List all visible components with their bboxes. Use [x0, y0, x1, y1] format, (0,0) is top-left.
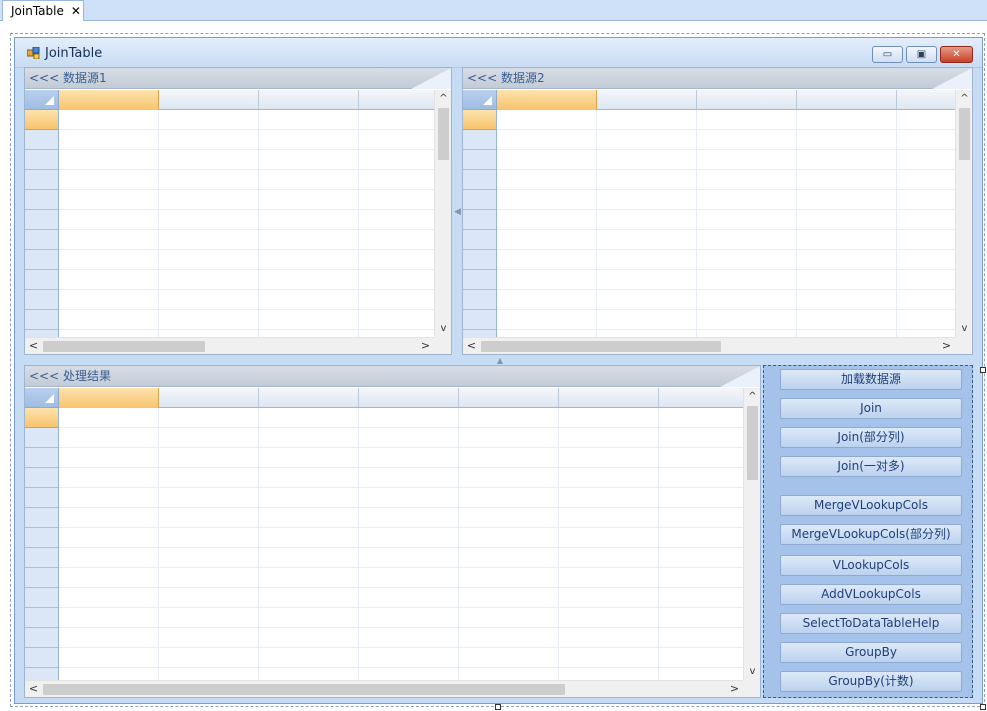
select-all-cell[interactable] [25, 388, 59, 408]
join-one-to-many-button[interactable]: Join(一对多) [780, 456, 962, 477]
action-button-panel: 加载数据源 Join Join(部分列) Join(一对多) MergeVLoo… [763, 365, 973, 698]
vertical-scroll-thumb[interactable] [747, 406, 758, 480]
scroll-up-icon[interactable]: ^ [435, 90, 451, 107]
tab-label: JoinTable [11, 4, 64, 18]
minimize-icon: ▭ [882, 49, 893, 60]
panel-source1: <<< 数据源1 ^ v < > [24, 67, 452, 355]
load-datasource-button[interactable]: 加载数据源 [780, 369, 962, 390]
column-headers[interactable] [59, 388, 743, 408]
column-headers[interactable] [497, 90, 955, 110]
panel-source2-header[interactable]: <<< 数据源2 [463, 68, 972, 89]
vlookup-cols-button[interactable]: VLookupCols [780, 555, 962, 576]
header-corner-decoration [932, 68, 972, 89]
scroll-down-icon[interactable]: v [744, 663, 760, 680]
vertical-scrollbar[interactable]: ^ v [434, 90, 451, 337]
add-vlookup-cols-button[interactable]: AddVLookupCols [780, 584, 962, 605]
merge-vlookup-cols-partial-button[interactable]: MergeVLookupCols(部分列) [780, 524, 962, 545]
grid-cells[interactable] [59, 110, 434, 337]
scroll-up-icon[interactable]: ^ [956, 90, 972, 107]
close-tab-icon[interactable]: ✕ [71, 4, 81, 18]
maximize-icon: ▣ [916, 49, 927, 60]
form-icon [27, 47, 40, 59]
horizontal-scrollbar[interactable]: < > [25, 680, 743, 697]
selected-row-header[interactable] [463, 110, 496, 130]
header-corner-decoration [720, 366, 760, 387]
merge-vlookup-cols-button[interactable]: MergeVLookupCols [780, 495, 962, 516]
header-corner-decoration [411, 68, 451, 89]
row-headers[interactable] [25, 110, 59, 337]
scroll-left-icon[interactable]: < [25, 681, 42, 697]
document-tab-strip: JoinTable ✕ [0, 0, 987, 21]
panel-result: <<< 处理结果 ^ v < > [24, 365, 761, 698]
panel-source2: <<< 数据源2 ^ v < > [462, 67, 973, 355]
form-title: JoinTable [45, 46, 103, 61]
grid-source2[interactable]: ^ v < > [463, 90, 972, 354]
resize-handle-bottom[interactable] [495, 704, 501, 710]
close-icon: ✕ [952, 49, 961, 60]
minimize-button[interactable]: ▭ [872, 46, 903, 63]
scroll-corner [743, 680, 760, 697]
join-partial-columns-button[interactable]: Join(部分列) [780, 427, 962, 448]
horizontal-scroll-thumb[interactable] [43, 684, 565, 695]
resize-handle-corner[interactable] [980, 704, 986, 710]
scroll-left-icon[interactable]: < [25, 338, 42, 354]
scroll-corner [434, 337, 451, 354]
splitter-collapse-icon: ▲ [496, 355, 504, 365]
scroll-right-icon[interactable]: > [417, 338, 434, 354]
row-headers[interactable] [463, 110, 497, 337]
panel-source1-header[interactable]: <<< 数据源1 [25, 68, 451, 89]
join-button[interactable]: Join [780, 398, 962, 419]
row-headers[interactable] [25, 408, 59, 680]
horizontal-splitter[interactable]: ▲ [460, 356, 540, 365]
vertical-splitter[interactable]: ◀ [453, 68, 462, 355]
scroll-right-icon[interactable]: > [938, 338, 955, 354]
grid-result[interactable]: ^ v < > [25, 388, 760, 697]
tab-jointable[interactable]: JoinTable ✕ [2, 0, 84, 21]
select-to-datatable-help-button[interactable]: SelectToDataTableHelp [780, 613, 962, 634]
horizontal-scrollbar[interactable]: < > [463, 337, 955, 354]
vertical-scroll-thumb[interactable] [438, 108, 449, 160]
selected-row-header[interactable] [25, 408, 58, 428]
splitter-collapse-icon: ◀ [454, 206, 461, 217]
panel-result-title: <<< 处理结果 [29, 369, 111, 383]
maximize-button[interactable]: ▣ [906, 46, 937, 63]
scroll-left-icon[interactable]: < [463, 338, 480, 354]
selected-row-header[interactable] [25, 110, 58, 130]
scroll-down-icon[interactable]: v [435, 320, 451, 337]
horizontal-scrollbar[interactable]: < > [25, 337, 434, 354]
resize-handle-right[interactable] [980, 367, 986, 373]
panel-source2-title: <<< 数据源2 [467, 71, 545, 85]
grid-source1[interactable]: ^ v < > [25, 90, 451, 354]
selected-column-header[interactable] [59, 90, 159, 110]
vertical-scrollbar[interactable]: ^ v [955, 90, 972, 337]
scroll-down-icon[interactable]: v [956, 320, 972, 337]
form-titlebar[interactable]: JoinTable ▭ ▣ ✕ [15, 38, 982, 68]
panel-result-header[interactable]: <<< 处理结果 [25, 366, 760, 387]
scroll-corner [955, 337, 972, 354]
scroll-right-icon[interactable]: > [726, 681, 743, 697]
select-all-cell[interactable] [25, 90, 59, 110]
select-all-cell[interactable] [463, 90, 497, 110]
grid-cells[interactable] [59, 408, 743, 680]
vertical-scroll-thumb[interactable] [959, 108, 970, 160]
selected-column-header[interactable] [59, 388, 159, 408]
selected-column-header[interactable] [497, 90, 597, 110]
scroll-up-icon[interactable]: ^ [744, 388, 760, 405]
groupby-button[interactable]: GroupBy [780, 642, 962, 663]
horizontal-scroll-thumb[interactable] [43, 341, 205, 352]
horizontal-scroll-thumb[interactable] [481, 341, 721, 352]
groupby-count-button[interactable]: GroupBy(计数) [780, 671, 962, 692]
close-button[interactable]: ✕ [940, 46, 973, 63]
column-headers[interactable] [59, 90, 434, 110]
grid-cells[interactable] [497, 110, 955, 337]
panel-source1-title: <<< 数据源1 [29, 71, 107, 85]
vertical-scrollbar[interactable]: ^ v [743, 388, 760, 680]
